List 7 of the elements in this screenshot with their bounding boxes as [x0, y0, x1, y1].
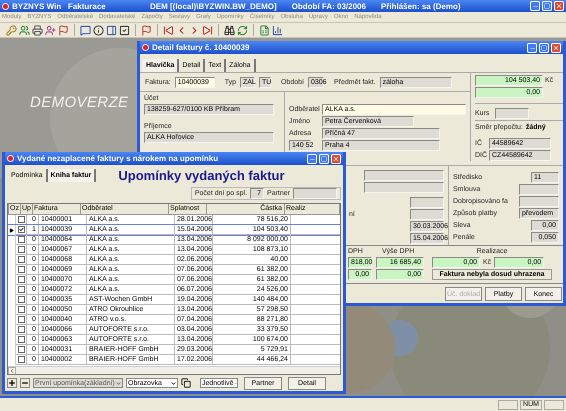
demo-watermark-label: DEMOVERZE — [30, 94, 128, 112]
user-label: Přihlášen: sa (Demo) — [380, 2, 462, 10]
period-label: Období FA: 03/2006 — [292, 2, 366, 10]
window-title: BYZNYS Win Fakturace — [12, 2, 107, 10]
database-name: DEM [(local)\BYZWIN.BW_DEMO] — [150, 2, 277, 10]
window-title: Detail faktury č. 10400039 — [152, 43, 250, 52]
window-title: Vydané nezaplacené faktury s nárokem na upomínku — [17, 154, 220, 163]
